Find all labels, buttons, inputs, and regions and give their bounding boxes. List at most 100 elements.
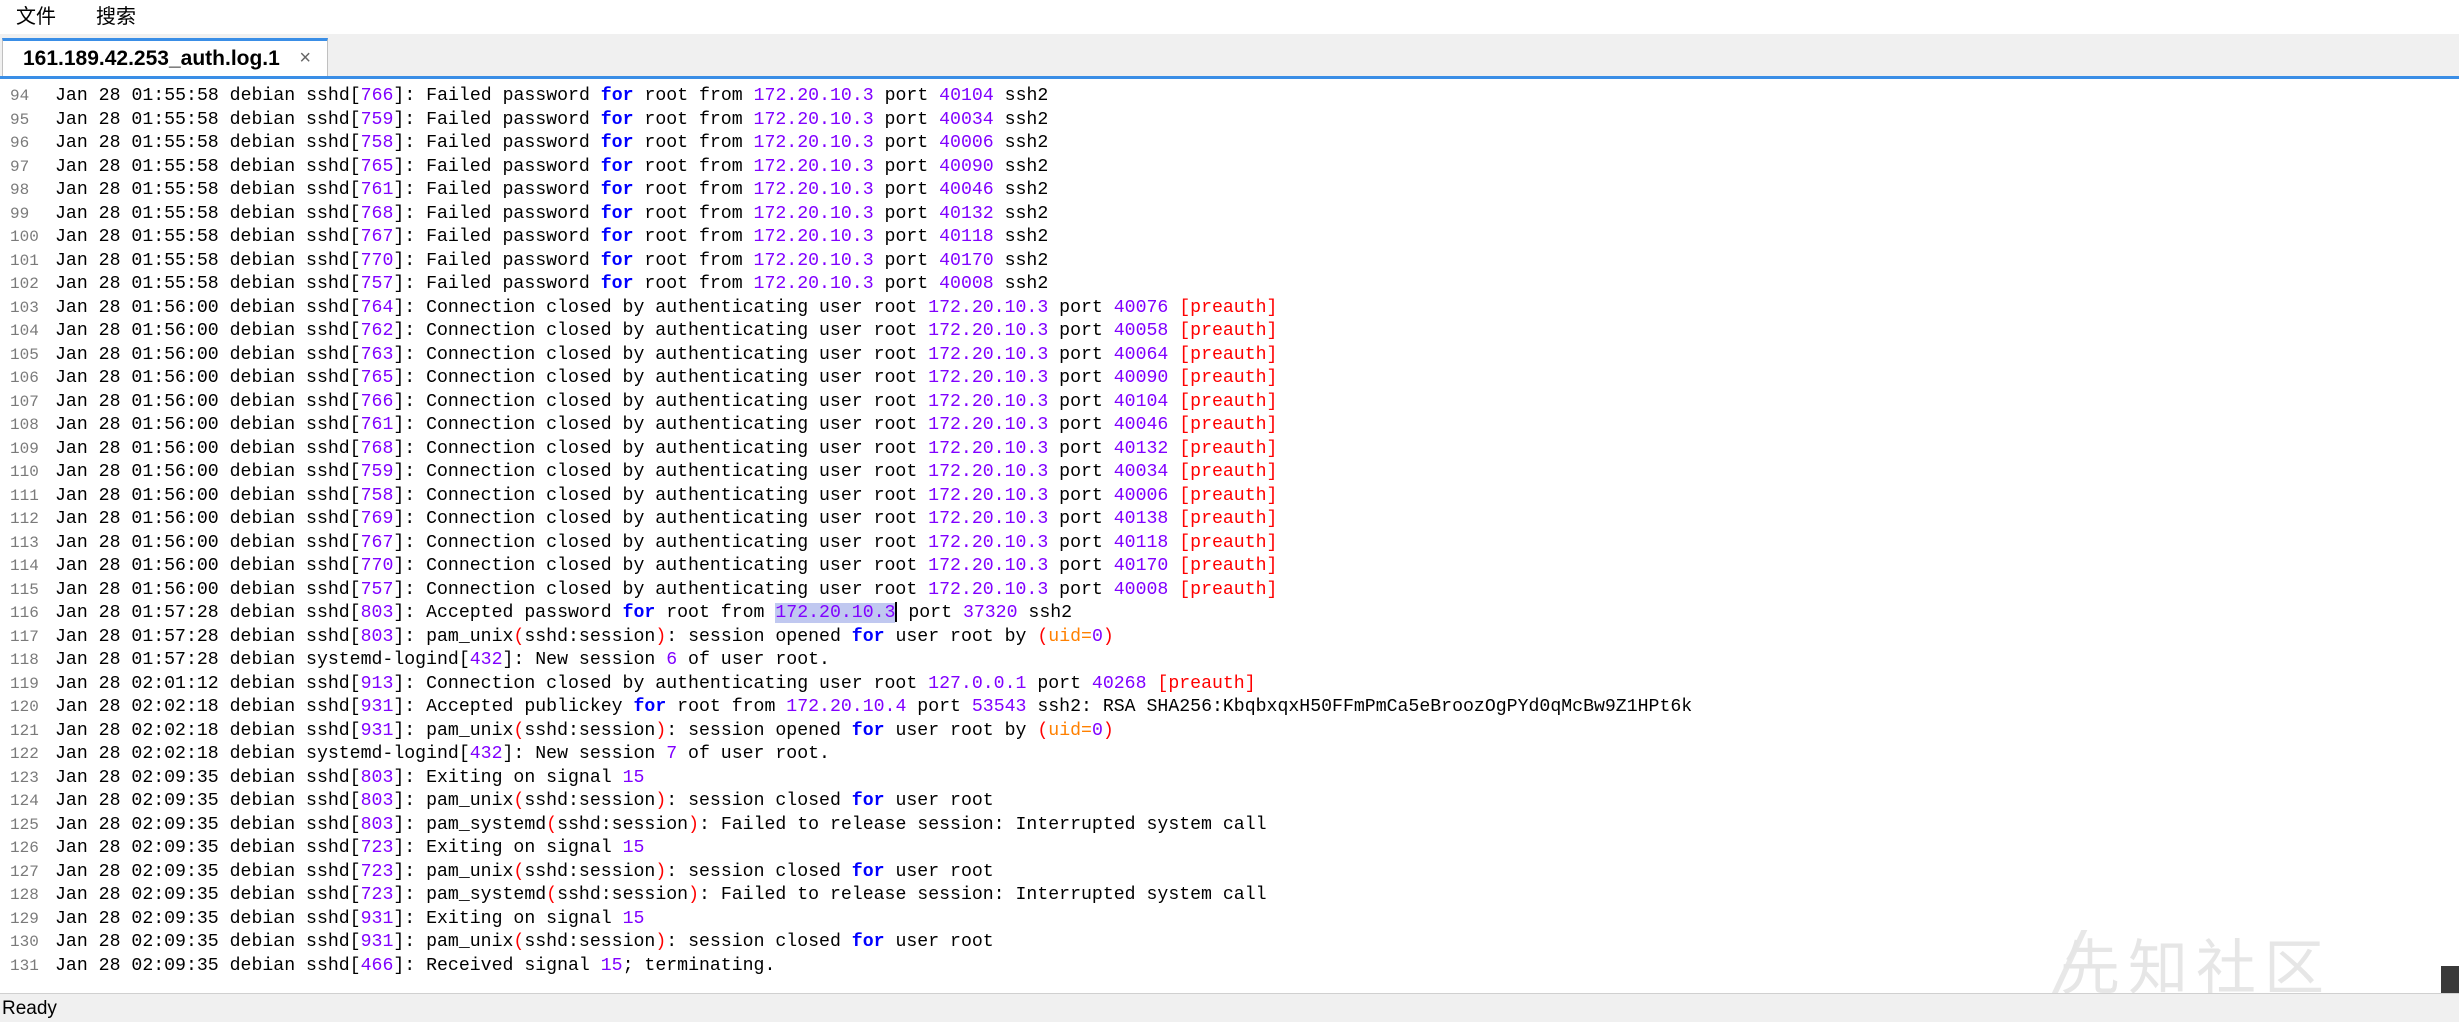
line-segment: 53543 xyxy=(971,697,1027,717)
line-segment: 172.20.10.3 xyxy=(753,274,874,294)
line-number: 120 xyxy=(10,698,39,716)
line-segment: port xyxy=(873,180,940,200)
line-segment: 40138 xyxy=(1113,509,1169,529)
text-editor[interactable]: 94 Jan 28 01:55:58 debian sshd[766]: Fail… xyxy=(0,84,2459,991)
line-segment: [preauth] xyxy=(1179,415,1278,435)
line-segment: 40006 xyxy=(939,133,994,153)
line-number: 126 xyxy=(10,839,39,857)
line-number: 110 xyxy=(10,463,39,481)
line-segment: Jan 28 02:02:18 debian systemd-logind[ xyxy=(55,744,470,764)
line-segment: 803 xyxy=(360,814,394,835)
line-segment: 15 xyxy=(622,838,645,858)
line-text: Jan 28 01:55:58 debian sshd[766]: Failed… xyxy=(55,84,1048,108)
line-text: Jan 28 01:55:58 debian sshd[765]: Failed… xyxy=(55,155,1048,179)
line-segment: Jan 28 01:56:00 debian sshd[ xyxy=(55,391,361,412)
line-segment: 761 xyxy=(360,180,394,200)
line-segment: : Failed to release session: Interrupted… xyxy=(699,814,1267,835)
line-segment: Jan 28 02:09:35 debian sshd[ xyxy=(55,814,361,835)
tab-auth-log[interactable]: 161.189.42.253_auth.log.1 × xyxy=(2,38,328,76)
line-segment: 931 xyxy=(360,908,394,929)
line-segment: 40132 xyxy=(1113,438,1169,459)
line-segment: Jan 28 01:55:58 debian sshd[ xyxy=(55,227,361,247)
line-segment: ]: Failed password xyxy=(393,156,601,177)
line-segment: ]: Connection closed by authenticating u… xyxy=(393,509,929,529)
line-text: Jan 28 01:56:00 debian sshd[759]: Connec… xyxy=(55,460,1277,484)
line-number: 96 xyxy=(10,134,30,152)
line-segment: ]: Failed password xyxy=(393,133,601,153)
line-segment: 172.20.10.3 xyxy=(753,180,874,200)
menu-search[interactable]: 搜索 xyxy=(96,0,136,34)
line-segment: 759 xyxy=(360,109,394,130)
line-segment: ]: Connection closed by authenticating u… xyxy=(393,344,929,365)
line-number: 95 xyxy=(10,110,30,129)
line-segment: 172.20.10.3 xyxy=(753,133,874,153)
close-icon[interactable]: × xyxy=(299,47,311,70)
line-segment: Jan 28 01:55:58 debian sshd[ xyxy=(55,180,361,200)
line-segment: Jan 28 02:09:35 debian sshd[ xyxy=(55,838,361,858)
line-segment: of user root. xyxy=(677,744,830,764)
line-segment: 28 xyxy=(98,86,121,106)
line-segment: port xyxy=(873,227,940,247)
line-segment: 757 xyxy=(360,274,394,294)
line-segment: 172.20.10.3 xyxy=(928,415,1049,435)
line-text: Jan 28 01:55:58 debian sshd[761]: Failed… xyxy=(55,178,1048,202)
line-segment: ) xyxy=(655,626,667,647)
line-segment: ( xyxy=(513,861,525,882)
line-number: 116 xyxy=(10,604,39,622)
line-segment: 770 xyxy=(360,250,394,271)
line-segment: 432 xyxy=(469,650,503,670)
line-segment: 40006 xyxy=(1113,485,1169,506)
line-segment: 172.20.10.3 xyxy=(928,462,1049,482)
line-segment: root from xyxy=(633,109,754,130)
line-segment: 723 xyxy=(360,838,394,858)
line-segment: 40034 xyxy=(939,109,994,130)
line-segment: 172.20.10.3 xyxy=(753,86,874,106)
line-segment: 40034 xyxy=(1113,462,1169,482)
line-segment: for xyxy=(851,932,885,952)
line-segment: 803 xyxy=(360,603,394,623)
line-number: 125 xyxy=(10,815,39,834)
line-number: 102 xyxy=(10,275,39,293)
line-segment: port xyxy=(873,203,940,224)
line-segment: root from xyxy=(633,203,754,224)
line-text: Jan 28 01:56:00 debian sshd[768]: Connec… xyxy=(55,437,1277,461)
line-segment: 762 xyxy=(360,321,394,341)
line-segment: ]: pam_unix xyxy=(393,932,514,952)
line-segment: 723 xyxy=(360,861,394,882)
line-segment: ]: pam_unix xyxy=(393,626,514,647)
line-segment: 931 xyxy=(360,932,394,952)
line-segment: ]: Connection closed by authenticating u… xyxy=(393,462,929,482)
menu-file[interactable]: 文件 xyxy=(16,0,56,34)
line-segment: ]: Failed password xyxy=(393,109,601,130)
line-number: 104 xyxy=(10,322,39,340)
line-segment: 0 xyxy=(1091,720,1103,741)
line-segment: [preauth] xyxy=(1179,391,1278,412)
line-segment: ( xyxy=(513,720,525,741)
line-segment: 172.20.10.3 xyxy=(753,203,874,224)
line-segment: root from xyxy=(633,274,754,294)
line-number: 108 xyxy=(10,416,39,434)
line-segment: Jan 28 02:02:18 debian sshd[ xyxy=(55,720,361,741)
line-segment: ) xyxy=(655,861,667,882)
line-text: Jan 28 01:56:00 debian sshd[764]: Connec… xyxy=(55,296,1277,320)
line-number: 111 xyxy=(10,486,39,505)
line-number: 109 xyxy=(10,439,39,458)
line-segment xyxy=(1168,462,1179,482)
line-segment: ]: Connection closed by authenticating u… xyxy=(393,579,929,600)
line-number: 99 xyxy=(10,204,30,223)
line-segment: [preauth] xyxy=(1179,556,1278,576)
line-segment: 172.20.10.3 xyxy=(753,250,874,271)
line-segment: ]: Failed password xyxy=(393,86,601,106)
line-segment: ]: pam_unix xyxy=(393,861,514,882)
line-segment: 40170 xyxy=(1113,556,1169,576)
tab-underline xyxy=(0,76,2459,79)
line-segment xyxy=(1168,345,1179,365)
line-text: Jan 28 01:57:28 debian systemd-logind[43… xyxy=(55,648,830,672)
line-segment: Jan 28 01:56:00 debian sshd[ xyxy=(55,556,361,576)
line-segment: Jan 28 02:09:35 debian sshd[ xyxy=(55,955,361,976)
line-segment: for xyxy=(600,180,634,200)
line-segment: Jan 28 01:57:28 debian sshd[ xyxy=(55,626,361,647)
line-segment: ) xyxy=(688,814,699,835)
line-segment: Jan xyxy=(55,86,99,106)
line-segment: port xyxy=(1048,321,1114,341)
